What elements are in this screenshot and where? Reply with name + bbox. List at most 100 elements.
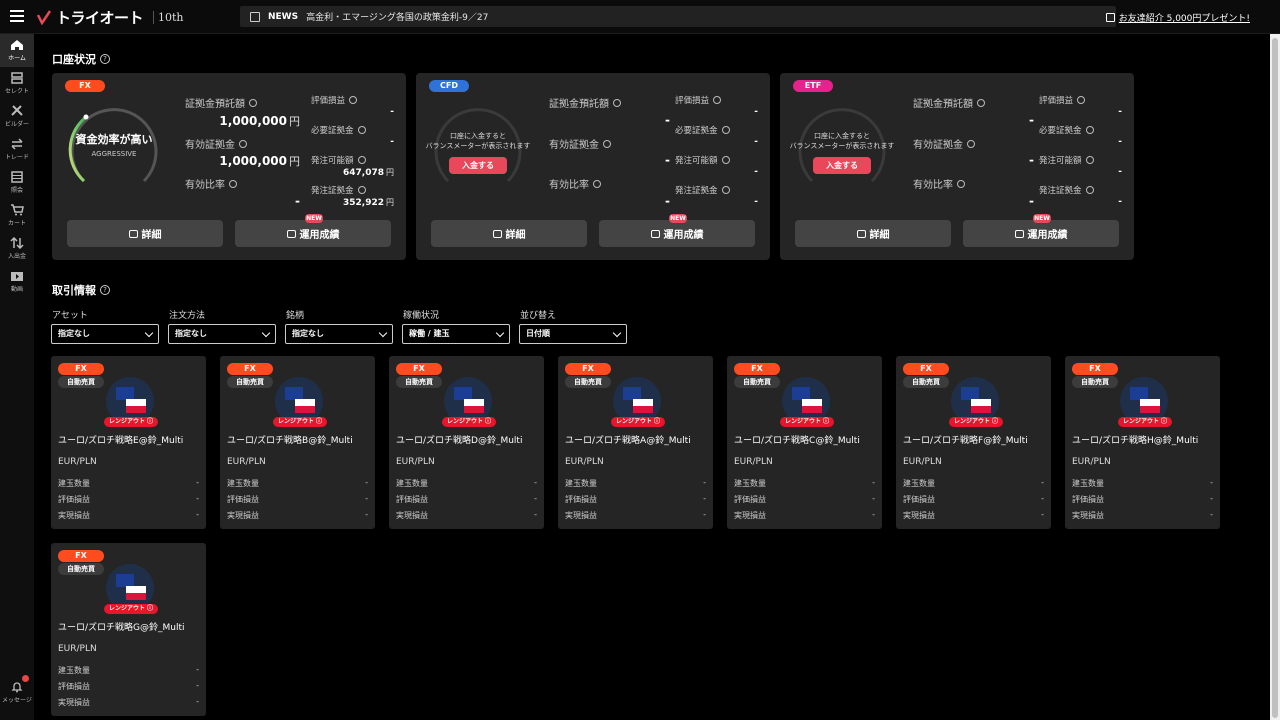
info-icon[interactable] <box>357 156 366 164</box>
realized-pl-row: 実現損益 - <box>396 510 537 521</box>
referral-link[interactable]: お友達紹介 5,000円プレゼント! <box>1105 11 1250 24</box>
performance-button[interactable]: NEW 運用成績 <box>963 214 1119 247</box>
strategy-name[interactable]: ユーロ/ズロチ戦略F@鈴_Multi <box>903 433 1028 446</box>
performance-button[interactable]: NEW 運用成績 <box>235 214 391 247</box>
strategy-card[interactable]: FX 自動売買 レンジアウト ⓘ ユーロ/ズロチ戦略G@鈴_Multi EUR/PLN 建… <box>51 543 206 716</box>
available-value: 647,078 円 <box>343 167 394 178</box>
strategy-name[interactable]: ユーロ/ズロチ戦略C@鈴_Multi <box>734 433 860 446</box>
sidebar-item-select[interactable]: セレクト <box>0 67 34 100</box>
info-icon[interactable] <box>721 186 730 194</box>
scrollbar-thumb[interactable] <box>1272 38 1278 718</box>
sidebar-item-message[interactable]: メッセージ <box>0 675 34 704</box>
range-out-badge[interactable]: レンジアウト ⓘ <box>780 417 834 427</box>
logo[interactable]: トライオート 10th <box>36 7 184 27</box>
info-icon[interactable] <box>603 139 611 148</box>
sidebar-item-builder[interactable]: ビルダー <box>0 100 34 133</box>
unrealized-pl-row: 評価損益 - <box>396 494 537 505</box>
info-icon: ⓘ <box>147 605 154 612</box>
range-out-badge[interactable]: レンジアウト ⓘ <box>611 417 665 427</box>
info-icon[interactable] <box>957 179 965 188</box>
details-button[interactable]: 詳細 <box>795 220 951 247</box>
deposit-button[interactable]: 入金する <box>813 157 871 174</box>
gift-icon <box>1105 13 1115 22</box>
info-icon[interactable] <box>721 126 730 134</box>
strategy-card[interactable]: FX 自動売買 レンジアウト ⓘ ユーロ/ズロチ戦略H@鈴_Multi EUR/PLN 建… <box>1065 356 1220 529</box>
strategy-name[interactable]: ユーロ/ズロチ戦略D@鈴_Multi <box>396 433 522 446</box>
status-select[interactable]: 稼働 / 建玉 <box>402 324 510 344</box>
sidebar-item-inquiry[interactable]: 照会 <box>0 166 34 199</box>
asset-select[interactable]: 指定なし <box>51 324 159 344</box>
info-icon[interactable] <box>229 179 237 188</box>
info-icon[interactable] <box>713 96 722 104</box>
help-icon[interactable]: ? <box>100 54 110 64</box>
range-out-badge[interactable]: レンジアウト ⓘ <box>1118 417 1172 427</box>
sidebar-item-video[interactable]: 動画 <box>0 265 34 298</box>
news-text[interactable]: 高金利・エマージング各国の政策金利-9／27 <box>306 10 488 23</box>
info-icon[interactable] <box>1085 126 1094 134</box>
menu-icon[interactable] <box>10 10 24 22</box>
range-out-badge[interactable]: レンジアウト ⓘ <box>104 604 158 614</box>
info-icon[interactable] <box>1085 186 1094 194</box>
info-icon[interactable] <box>593 179 601 188</box>
sort-select[interactable]: 日付順 <box>519 324 627 344</box>
strategy-name[interactable]: ユーロ/ズロチ戦略H@鈴_Multi <box>1072 433 1198 446</box>
deposit-label-text: 証拠金預託額 <box>913 99 973 110</box>
builder-icon <box>11 105 23 116</box>
info-icon[interactable] <box>721 156 730 164</box>
news-ticker[interactable]: NEWS 高金利・エマージング各国の政策金利-9／27 <box>240 6 1116 27</box>
unrealized-pl-row: 評価損益 - <box>58 681 199 692</box>
new-badge: NEW <box>305 214 323 223</box>
strategy-card[interactable]: FX 自動売買 レンジアウト ⓘ ユーロ/ズロチ戦略A@鈴_Multi EUR/PLN 建… <box>558 356 713 529</box>
range-out-badge[interactable]: レンジアウト ⓘ <box>949 417 1003 427</box>
info-icon[interactable] <box>613 98 621 107</box>
order-method-select[interactable]: 指定なし <box>168 324 276 344</box>
asset-tag: FX <box>58 550 104 562</box>
sidebar-item-cart[interactable]: カート <box>0 199 34 232</box>
help-icon[interactable]: ? <box>100 285 110 295</box>
info-icon[interactable] <box>239 139 247 148</box>
info-icon[interactable] <box>1085 156 1094 164</box>
info-icon[interactable] <box>357 186 366 194</box>
details-button[interactable]: 詳細 <box>431 220 587 247</box>
info-icon[interactable] <box>349 96 358 104</box>
range-out-badge[interactable]: レンジアウト ⓘ <box>442 417 496 427</box>
info-icon[interactable] <box>1077 96 1086 104</box>
range-out-label: レンジアウト <box>446 418 483 425</box>
strategy-card[interactable]: FX 自動売買 レンジアウト ⓘ ユーロ/ズロチ戦略C@鈴_Multi EUR/PLN 建… <box>727 356 882 529</box>
strategy-name[interactable]: ユーロ/ズロチ戦略A@鈴_Multi <box>565 433 691 446</box>
strategy-card[interactable]: FX 自動売買 レンジアウト ⓘ ユーロ/ズロチ戦略E@鈴_Multi EUR/PLN 建… <box>51 356 206 529</box>
sidebar-item-home[interactable]: ホーム <box>0 34 34 67</box>
asset-tag: FX <box>396 363 442 375</box>
range-out-label: レンジアウト <box>108 605 145 612</box>
calendar-icon <box>1014 229 1024 238</box>
info-icon[interactable] <box>977 98 985 107</box>
page-scrollbar[interactable] <box>1270 34 1280 720</box>
expand-icon[interactable] <box>250 11 260 22</box>
effective-ratio-value: - <box>295 194 300 208</box>
strategy-card[interactable]: FX 自動売買 レンジアウト ⓘ ユーロ/ズロチ戦略D@鈴_Multi EUR/PLN 建… <box>389 356 544 529</box>
strategy-name[interactable]: ユーロ/ズロチ戦略B@鈴_Multi <box>227 433 353 446</box>
referral-text[interactable]: お友達紹介 5,000円プレゼント! <box>1119 11 1250 24</box>
details-button[interactable]: 詳細 <box>67 220 223 247</box>
strategy-name[interactable]: ユーロ/ズロチ戦略E@鈴_Multi <box>58 433 183 446</box>
strategy-name[interactable]: ユーロ/ズロチ戦略G@鈴_Multi <box>58 620 185 633</box>
required-label-text: 必要証拠金 <box>311 126 354 136</box>
info-icon[interactable] <box>967 139 975 148</box>
info-icon[interactable] <box>249 98 257 107</box>
deposit-button[interactable]: 入金する <box>449 157 507 174</box>
sidebar-item-transfer[interactable]: 入出金 <box>0 232 34 265</box>
sidebar-item-trade[interactable]: トレード <box>0 133 34 166</box>
range-out-badge[interactable]: レンジアウト ⓘ <box>273 417 327 427</box>
poland-flag-icon <box>295 399 315 413</box>
available-label-text: 発注可能額 <box>675 156 718 166</box>
symbol-select[interactable]: 指定なし <box>285 324 393 344</box>
performance-button[interactable]: NEW 運用成績 <box>599 214 755 247</box>
auto-trade-badge: 自動売買 <box>227 376 273 388</box>
info-icon[interactable] <box>357 126 366 134</box>
strategy-card[interactable]: FX 自動売買 レンジアウト ⓘ ユーロ/ズロチ戦略F@鈴_Multi EUR/PLN 建… <box>896 356 1051 529</box>
strategy-card[interactable]: FX 自動売買 レンジアウト ⓘ ユーロ/ズロチ戦略B@鈴_Multi EUR/PLN 建… <box>220 356 375 529</box>
etf-tag: ETF <box>793 80 833 92</box>
unrealized-pl-row: 評価損益 - <box>227 494 368 505</box>
range-out-badge[interactable]: レンジアウト ⓘ <box>104 417 158 427</box>
auto-trade-badge: 自動売買 <box>396 376 442 388</box>
